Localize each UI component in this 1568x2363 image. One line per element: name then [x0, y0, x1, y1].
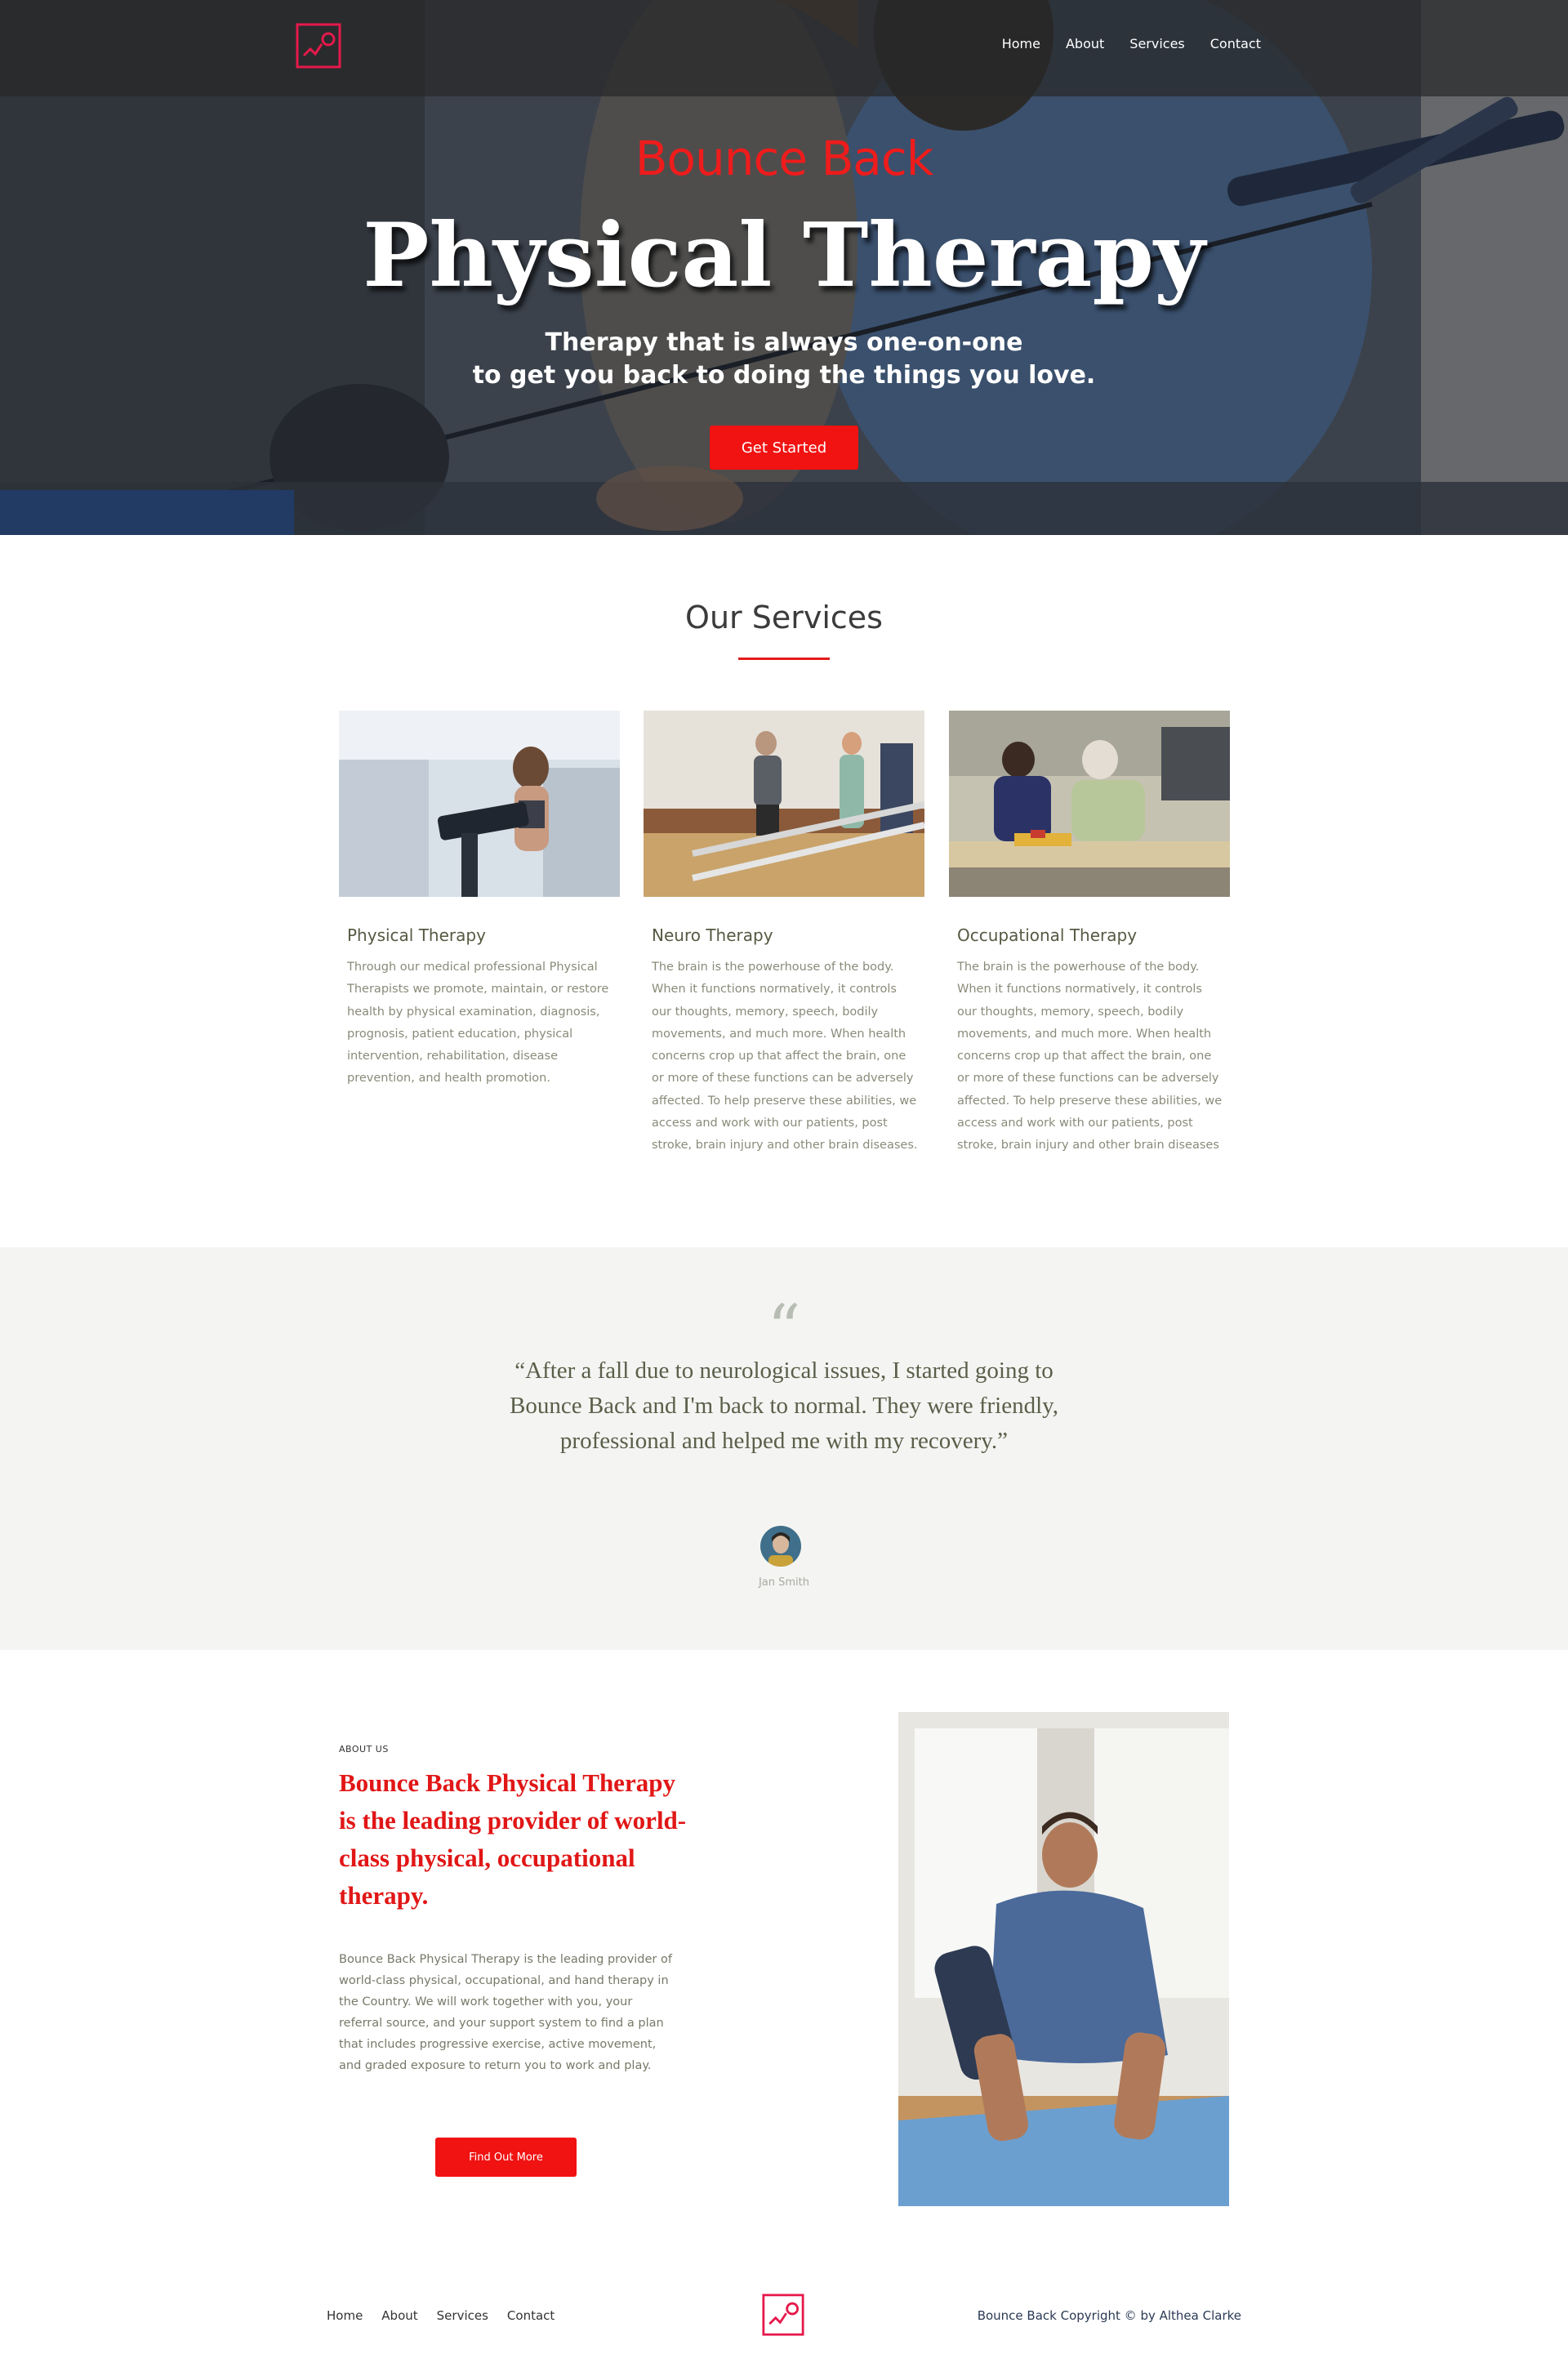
testimonial-author: Jan Smith — [758, 1576, 810, 1589]
nav-services-link[interactable]: Services — [1129, 36, 1184, 51]
woman-on-elliptical-photo — [339, 711, 620, 897]
hero-subtitle-line-2: to get you back to doing the things you … — [472, 361, 1096, 390]
service-card-neuro: Neuro Therapy The brain is the powerhous… — [644, 711, 925, 1157]
about-headline: Bounce Back Physical Therapy is the lead… — [339, 1768, 687, 1910]
footer-logo-icon[interactable] — [762, 2294, 804, 2336]
top-navbar: Home About Services Contact — [0, 0, 1568, 96]
quote-icon: “ — [767, 1291, 801, 1367]
about-body: Bounce Back Physical Therapy is the lead… — [339, 1953, 672, 2072]
get-started-button[interactable]: Get Started — [710, 426, 858, 470]
hero-title: Physical Therapy — [363, 204, 1205, 307]
hero-section: Home About Services Contact Bounce Back … — [0, 0, 1568, 535]
testimonial-quote: “After a fall due to neurological issues… — [510, 1358, 1058, 1454]
service-description: The brain is the powerhouse of the body.… — [652, 961, 918, 1153]
hero-kicker: Bounce Back — [635, 131, 934, 186]
about-kicker: ABOUT US — [339, 1744, 389, 1754]
copyright-text: Bounce Back Copyright © by Althea Clarke — [977, 2308, 1241, 2323]
avatar — [760, 1526, 801, 1567]
footer-home-link[interactable]: Home — [327, 2308, 363, 2323]
service-title: Neuro Therapy — [652, 925, 773, 945]
man-stretching-on-mat-photo — [898, 1712, 1229, 2206]
brand-logo-icon[interactable] — [296, 23, 341, 69]
services-divider — [738, 658, 830, 660]
footer-about-link[interactable]: About — [381, 2308, 417, 2323]
hero-subtitle: Therapy that is always one-on-one to get… — [0, 327, 1568, 392]
service-title: Occupational Therapy — [957, 925, 1138, 945]
testimonial-section: “ “After a fall due to neurological issu… — [0, 1247, 1568, 1650]
hero-subtitle-line-1: Therapy that is always one-on-one — [545, 328, 1023, 357]
service-card-occupational: Occupational Therapy The brain is the po… — [949, 711, 1230, 1157]
find-out-more-button[interactable]: Find Out More — [435, 2138, 577, 2177]
nav-contact-link[interactable]: Contact — [1210, 36, 1261, 51]
footer-nav: Home About Services Contact — [327, 2308, 555, 2323]
footer-services-link[interactable]: Services — [437, 2308, 488, 2323]
service-description: The brain is the powerhouse of the body.… — [957, 961, 1223, 1153]
service-title: Physical Therapy — [347, 925, 486, 945]
footer-contact-link[interactable]: Contact — [507, 2308, 555, 2323]
nav-home-link[interactable]: Home — [1002, 36, 1040, 51]
nav-about-link[interactable]: About — [1066, 36, 1104, 51]
main-nav: Home About Services Contact — [1002, 36, 1261, 51]
services-heading: Our Services — [685, 600, 883, 635]
man-walking-parallel-bars-photo — [644, 711, 925, 897]
service-description: Through our medical professional Physica… — [347, 961, 609, 1086]
elderly-woman-puzzle-photo — [949, 711, 1230, 897]
service-card-physical: Physical Therapy Through our medical pro… — [339, 711, 620, 1090]
